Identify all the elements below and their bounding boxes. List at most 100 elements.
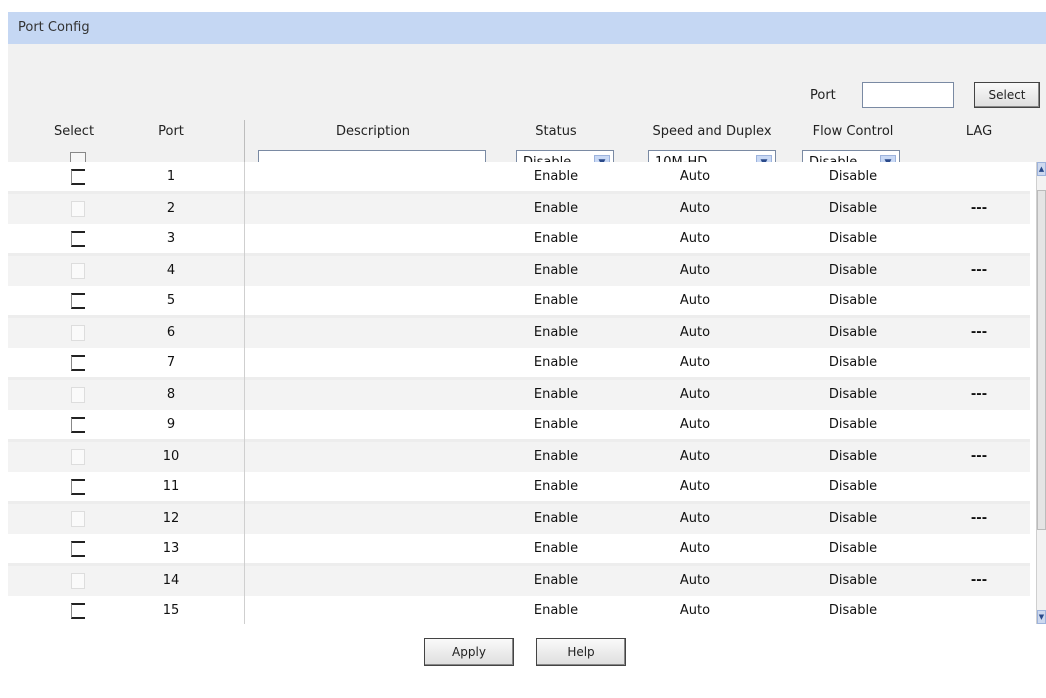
row-checkbox[interactable]: [71, 169, 85, 185]
flow-control-cell: Disable: [828, 355, 878, 370]
port-cell: 8: [166, 387, 176, 402]
flow-control-cell: Disable: [828, 511, 878, 526]
flow-control-cell: Disable: [828, 201, 878, 216]
flow-control-cell: Disable: [828, 231, 878, 246]
table-row[interactable]: 10 Enable Auto Disable ---: [8, 442, 1030, 473]
port-cell: 7: [166, 355, 176, 370]
status-cell: Enable: [533, 479, 579, 494]
flow-control-cell: Disable: [828, 449, 878, 464]
table-row[interactable]: 9 Enable Auto Disable: [8, 410, 1030, 441]
row-checkbox[interactable]: [71, 449, 85, 465]
lag-cell: ---: [970, 573, 988, 588]
speed-duplex-cell: Auto: [679, 573, 711, 588]
lag-cell: ---: [970, 325, 988, 340]
speed-duplex-cell: Auto: [679, 201, 711, 216]
port-cell: 9: [166, 417, 176, 432]
flow-control-cell: Disable: [828, 263, 878, 278]
table-row[interactable]: 11 Enable Auto Disable: [8, 472, 1030, 503]
help-button[interactable]: Help: [536, 638, 626, 666]
flow-control-cell: Disable: [828, 387, 878, 402]
status-cell: Enable: [533, 201, 579, 216]
lag-cell: ---: [970, 263, 988, 278]
status-cell: Enable: [533, 355, 579, 370]
flow-control-cell: Disable: [828, 541, 878, 556]
port-cell: 10: [162, 449, 180, 464]
row-checkbox[interactable]: [71, 511, 85, 527]
port-cell: 4: [166, 263, 176, 278]
status-cell: Enable: [533, 417, 579, 432]
speed-duplex-cell: Auto: [679, 387, 711, 402]
table-row[interactable]: 3 Enable Auto Disable: [8, 224, 1030, 255]
flow-control-cell: Disable: [828, 573, 878, 588]
table-row[interactable]: 13 Enable Auto Disable: [8, 534, 1030, 565]
row-checkbox[interactable]: [71, 293, 85, 309]
status-cell: Enable: [533, 573, 579, 588]
column-header-status: Status: [535, 124, 577, 139]
table-row[interactable]: 2 Enable Auto Disable ---: [8, 194, 1030, 225]
speed-duplex-cell: Auto: [679, 169, 711, 184]
row-checkbox[interactable]: [71, 263, 85, 279]
table-row[interactable]: 14 Enable Auto Disable ---: [8, 566, 1030, 597]
scrollbar-thumb[interactable]: [1037, 190, 1046, 530]
table-row[interactable]: 8 Enable Auto Disable ---: [8, 380, 1030, 411]
port-cell: 12: [162, 511, 180, 526]
column-header-speed-duplex: Speed and Duplex: [652, 124, 772, 139]
flow-control-cell: Disable: [828, 169, 878, 184]
row-checkbox[interactable]: [71, 479, 85, 495]
table-row[interactable]: 1 Enable Auto Disable: [8, 162, 1030, 193]
column-header-flow-control: Flow Control: [812, 124, 894, 139]
row-checkbox[interactable]: [71, 201, 85, 217]
speed-duplex-cell: Auto: [679, 449, 711, 464]
speed-duplex-cell: Auto: [679, 541, 711, 556]
table-scrollbar[interactable]: ▲ ▼: [1036, 162, 1046, 624]
table-row[interactable]: 7 Enable Auto Disable: [8, 348, 1030, 379]
column-header-port: Port: [158, 124, 184, 139]
port-cell: 11: [162, 479, 180, 494]
flow-control-cell: Disable: [828, 603, 878, 618]
port-cell: 14: [162, 573, 180, 588]
flow-control-cell: Disable: [828, 479, 878, 494]
port-cell: 13: [162, 541, 180, 556]
lag-cell: ---: [970, 387, 988, 402]
arrow-up-icon[interactable]: ▲: [1037, 162, 1046, 176]
row-checkbox[interactable]: [71, 387, 85, 403]
port-config-panel: Port Config Port Select Select Port Desc…: [8, 12, 1046, 627]
speed-duplex-cell: Auto: [679, 293, 711, 308]
port-filter-input[interactable]: [862, 82, 954, 108]
speed-duplex-cell: Auto: [679, 603, 711, 618]
row-checkbox[interactable]: [71, 325, 85, 341]
port-cell: 2: [166, 201, 176, 216]
status-cell: Enable: [533, 325, 579, 340]
row-checkbox[interactable]: [71, 417, 85, 433]
table-row[interactable]: 5 Enable Auto Disable: [8, 286, 1030, 317]
row-checkbox[interactable]: [71, 603, 85, 619]
status-cell: Enable: [533, 449, 579, 464]
status-cell: Enable: [533, 541, 579, 556]
row-checkbox[interactable]: [71, 541, 85, 557]
status-cell: Enable: [533, 387, 579, 402]
select-button[interactable]: Select: [974, 82, 1040, 108]
lag-cell: ---: [970, 511, 988, 526]
table-row[interactable]: 15 Enable Auto Disable: [8, 596, 1030, 627]
table-row[interactable]: 4 Enable Auto Disable ---: [8, 256, 1030, 287]
row-checkbox[interactable]: [71, 573, 85, 589]
port-filter-label: Port: [810, 88, 836, 103]
status-cell: Enable: [533, 231, 579, 246]
arrow-down-icon[interactable]: ▼: [1037, 610, 1046, 624]
row-checkbox[interactable]: [71, 355, 85, 371]
speed-duplex-cell: Auto: [679, 511, 711, 526]
table-row[interactable]: 6 Enable Auto Disable ---: [8, 318, 1030, 349]
status-cell: Enable: [533, 293, 579, 308]
column-header-select: Select: [53, 124, 95, 139]
apply-button[interactable]: Apply: [424, 638, 514, 666]
port-cell: 1: [166, 169, 176, 184]
status-cell: Enable: [533, 511, 579, 526]
row-checkbox[interactable]: [71, 231, 85, 247]
lag-cell: ---: [970, 201, 988, 216]
speed-duplex-cell: Auto: [679, 355, 711, 370]
flow-control-cell: Disable: [828, 293, 878, 308]
panel-title: Port Config: [8, 12, 1046, 44]
port-cell: 15: [162, 603, 180, 618]
table-row[interactable]: 12 Enable Auto Disable ---: [8, 504, 1030, 535]
port-cell: 5: [166, 293, 176, 308]
